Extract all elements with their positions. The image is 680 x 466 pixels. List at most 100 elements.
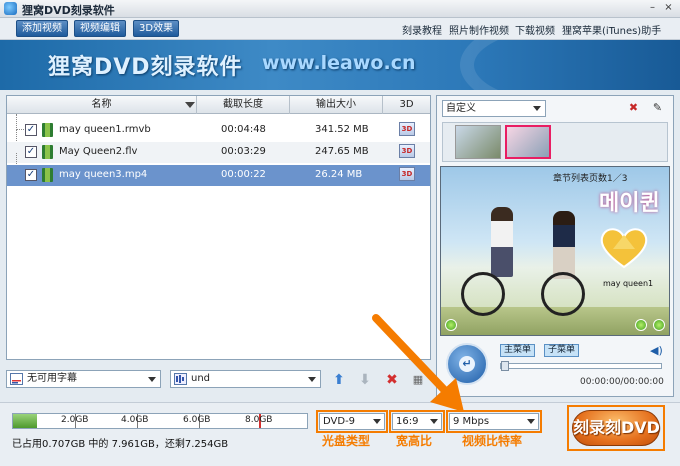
file-name: may queen3.mp4 [59,169,148,180]
playback-slider[interactable] [500,361,662,371]
edit-video-button[interactable]: 视频编辑 [74,20,126,37]
close-button[interactable]: × [662,2,675,15]
status-bar: 2.0GB 4.0GB 6.0GB 8.0GB 已占用0.707GB 中的 7.… [0,402,680,466]
chevron-down-icon [148,377,156,382]
file-row-2[interactable]: ✓ May Queen2.flv 00:03:29 247.65 MB 3D [7,142,430,163]
capacity-label: 6.0GB [183,415,211,425]
header-3d[interactable]: 3D [383,96,430,114]
prev-nav-icon[interactable] [635,319,647,331]
edit-menu-icon[interactable]: ✎ [651,102,664,114]
navigation-dpad[interactable]: ↵ [446,343,488,385]
banner-swirl [460,40,680,90]
aspect-ratio-label: 宽高比 [396,434,433,448]
capacity-fill [13,414,37,428]
title-logo: 메이퀸 [599,190,660,216]
delete-icon[interactable]: ✖ [383,371,401,389]
minimize-button[interactable]: – [646,2,659,15]
film-icon [42,168,53,182]
disc-type-select[interactable]: DVD-9 [319,413,385,430]
3d-settings-icon[interactable]: 3D [399,144,415,158]
disc-capacity-bar: 2.0GB 4.0GB 6.0GB 8.0GB [12,413,308,429]
window-title: 狸窝DVD刻录软件 [22,4,115,17]
move-down-icon[interactable]: ⬇ [356,371,374,389]
capacity-label: 4.0GB [121,415,149,425]
chevron-down-icon [533,106,541,111]
person-figure [553,211,575,279]
list-header: 名称 截取长度 输出大小 3D [7,96,430,114]
grid-icon[interactable]: ▦ [409,371,427,389]
chevron-down-icon [430,419,438,424]
sub-menu-button[interactable]: 子菜单 [544,344,580,357]
add-video-button[interactable]: 添加视频 [16,20,68,37]
sort-arrow-icon[interactable] [185,102,195,108]
menu-thumbnail-selected[interactable] [505,125,551,159]
download-video-link[interactable]: 下载视频 [515,22,555,37]
subtitle-select[interactable]: 无可用字幕 [6,370,161,388]
film-icon [42,123,53,137]
file-name: may queen1.rmvb [59,124,151,135]
slider-knob[interactable] [501,361,509,371]
menu-page-title: 章节列表页数1／3 [553,174,628,184]
move-up-icon[interactable]: ⬆ [330,371,348,389]
audio-select[interactable]: und [170,370,321,388]
subtitle-value: 无可用字幕 [27,373,77,384]
bitrate-select[interactable]: 9 Mbps [449,413,539,430]
file-size: 247.65 MB [315,146,369,157]
file-name: May Queen2.flv [59,146,138,157]
chevron-down-icon [527,419,535,424]
timecode: 00:00:00/00:00:00 [580,377,664,387]
main-menu-button[interactable]: 主菜单 [500,344,536,357]
chevron-down-icon [308,377,316,382]
usage-text: 已占用0.707GB 中的 7.961GB，还剩7.254GB [12,439,229,450]
row-checkbox[interactable]: ✓ [25,124,37,136]
row-checkbox[interactable]: ✓ [25,146,37,158]
title-bar: 狸窝DVD刻录软件 – × [0,0,680,18]
preview-panel: 自定义 ✖ ✎ 章节列表页数1／3 메이퀸 may queen1 ↵ 主菜单 子… [436,95,674,397]
preview-player: ↵ 主菜单 子菜单 ◀) 00:00:00/00:00:00 [440,339,670,395]
file-duration: 00:04:48 [221,124,266,135]
burn-tutorial-link[interactable]: 刻录教程 [402,22,442,37]
banner-title: 狸窝DVD刻录软件 [48,55,243,80]
3d-settings-icon[interactable]: 3D [399,167,415,181]
disc-type-value: DVD-9 [323,416,356,427]
3d-settings-icon[interactable]: 3D [399,122,415,136]
file-duration: 00:00:22 [221,169,266,180]
file-duration: 00:03:29 [221,146,266,157]
burn-dvd-button[interactable]: 刻录刻DVD [572,410,660,446]
home-nav-icon[interactable] [445,319,457,331]
menu-thumbnail[interactable] [455,125,501,159]
row-checkbox[interactable]: ✓ [25,169,37,181]
track-bar: 无可用字幕 und ⬆ ⬇ ✖ ▦ [6,370,431,392]
toolbar: 添加视频 视频编辑 3D效果 刻录教程 照片制作视频 下载视频 狸窝苹果(iTu… [0,18,680,40]
chapter-heart-icon[interactable] [599,225,649,269]
3d-effect-button[interactable]: 3D效果 [133,20,180,37]
bicycle-wheel [461,272,505,316]
photo-video-link[interactable]: 照片制作视频 [449,22,509,37]
banner-url: www.leawo.cn [262,52,416,74]
header-name[interactable]: 名称 [7,96,197,114]
menu-theme-select[interactable]: 自定义 [442,100,546,117]
app-icon [4,2,17,15]
next-nav-icon[interactable] [653,319,665,331]
audio-track-icon [174,373,187,385]
film-icon [42,145,53,159]
delete-menu-icon[interactable]: ✖ [627,102,640,114]
disc-type-label: 光盘类型 [322,434,371,448]
volume-icon[interactable]: ◀) [650,344,663,357]
file-row-1[interactable]: ✓ may queen1.rmvb 00:04:48 341.52 MB 3D [7,120,430,141]
bitrate-label: 视频比特率 [462,434,523,448]
header-duration[interactable]: 截取长度 [197,96,290,114]
capacity-label: 8.0GB [245,415,273,425]
file-row-3[interactable]: ✓ may queen3.mp4 00:00:22 26.24 MB 3D [7,165,430,186]
menu-theme-value: 自定义 [446,103,476,114]
aspect-ratio-value: 16:9 [396,416,419,427]
header-size[interactable]: 输出大小 [290,96,383,114]
chevron-down-icon [373,419,381,424]
main-area: 名称 截取长度 输出大小 3D ✓ may queen1.rmvb 00:04:… [0,90,680,402]
file-list: 名称 截取长度 输出大小 3D ✓ may queen1.rmvb 00:04:… [6,95,431,360]
capacity-label: 2.0GB [61,415,89,425]
enter-icon[interactable]: ↵ [459,356,475,372]
aspect-ratio-select[interactable]: 16:9 [392,413,442,430]
bitrate-value: 9 Mbps [453,416,490,427]
itunes-helper-link[interactable]: 狸窝苹果(iTunes)助手 [562,22,661,37]
